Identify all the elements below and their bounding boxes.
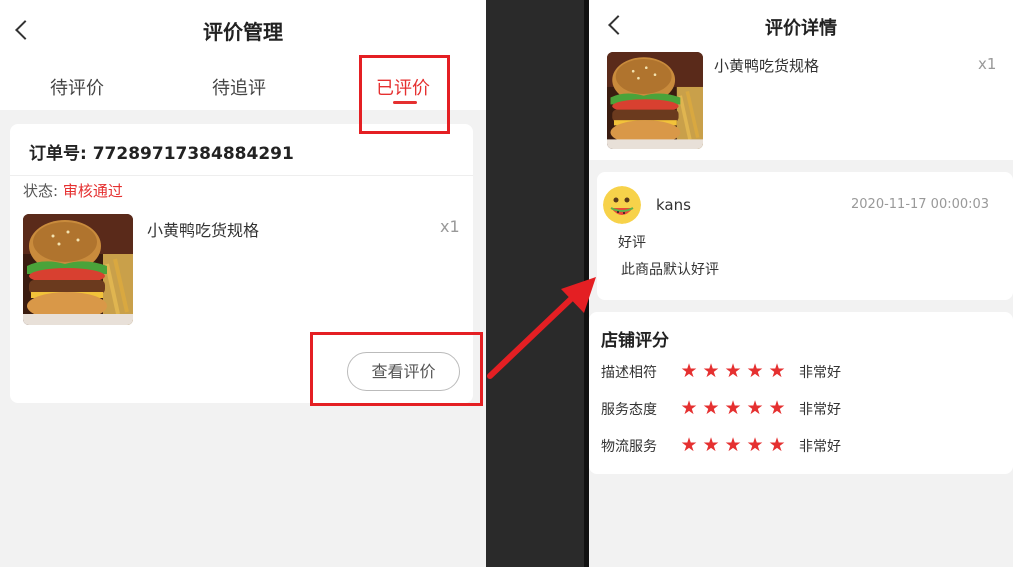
star-icon: ★ bbox=[702, 434, 720, 456]
star-rating: ★ ★ ★ ★ ★ bbox=[678, 398, 788, 418]
product-image[interactable] bbox=[23, 214, 133, 325]
rating-row-service: 服务态度 ★ ★ ★ ★ ★ 非常好 bbox=[601, 398, 1001, 419]
star-rating: ★ ★ ★ ★ ★ bbox=[678, 361, 788, 381]
page-title: 评价管理 bbox=[203, 20, 283, 44]
reviewer-name: kans bbox=[656, 196, 691, 214]
shop-rating-card: 店铺评分 描述相符 ★ ★ ★ ★ ★ 非常好 服务态度 ★ ★ ★ ★ ★ 非… bbox=[589, 312, 1013, 474]
highlight-box-tab bbox=[359, 55, 450, 134]
star-icon: ★ bbox=[702, 397, 720, 419]
star-icon: ★ bbox=[768, 360, 786, 382]
rating-text: 非常好 bbox=[799, 439, 841, 455]
product-image[interactable] bbox=[607, 52, 703, 149]
order-number: 订单号: 77289717384884291 bbox=[29, 144, 294, 164]
star-icon: ★ bbox=[702, 360, 720, 382]
star-icon: ★ bbox=[746, 360, 764, 382]
detail-header: 评价详情 小黄鸭吃货规格 x1 bbox=[589, 0, 1013, 160]
arrow-shaft bbox=[487, 295, 575, 379]
highlight-box-button bbox=[310, 332, 483, 406]
review-management-screen: 评价管理 待评价 待追评 已评价 订单号: 77289717384884291 … bbox=[0, 0, 486, 567]
star-icon: ★ bbox=[724, 360, 742, 382]
status-value: 审核通过 bbox=[62, 182, 123, 200]
star-icon: ★ bbox=[746, 397, 764, 419]
review-rating: 好评 bbox=[618, 235, 646, 251]
tab-pending-review[interactable]: 待评价 bbox=[50, 74, 104, 100]
tab-pending-followup[interactable]: 待追评 bbox=[212, 74, 266, 100]
rating-label: 物流服务 bbox=[601, 439, 657, 455]
star-icon: ★ bbox=[680, 434, 698, 456]
star-icon: ★ bbox=[768, 434, 786, 456]
product-name: 小黄鸭吃货规格 bbox=[147, 221, 260, 240]
star-rating: ★ ★ ★ ★ ★ bbox=[678, 435, 788, 455]
product-name: 小黄鸭吃货规格 bbox=[714, 57, 820, 75]
review-content: 此商品默认好评 bbox=[621, 262, 719, 278]
product-quantity: x1 bbox=[978, 55, 997, 73]
rating-row-logistics: 物流服务 ★ ★ ★ ★ ★ 非常好 bbox=[601, 435, 1001, 456]
avatar-icon bbox=[603, 186, 641, 224]
rating-row-description: 描述相符 ★ ★ ★ ★ ★ 非常好 bbox=[601, 361, 1001, 382]
star-icon: ★ bbox=[724, 434, 742, 456]
rating-label: 描述相符 bbox=[601, 365, 657, 381]
star-icon: ★ bbox=[680, 397, 698, 419]
star-icon: ★ bbox=[680, 360, 698, 382]
review-card: kans 2020-11-17 00:00:03 好评 此商品默认好评 bbox=[597, 172, 1013, 300]
rating-text: 非常好 bbox=[799, 402, 841, 418]
review-date: 2020-11-17 00:00:03 bbox=[851, 197, 990, 212]
product-quantity: x1 bbox=[440, 217, 460, 236]
card-divider bbox=[10, 175, 473, 176]
rating-label: 服务态度 bbox=[601, 402, 657, 418]
status-label: 状态: bbox=[23, 182, 59, 200]
shop-rating-title: 店铺评分 bbox=[601, 331, 669, 351]
star-icon: ★ bbox=[724, 397, 742, 419]
rating-text: 非常好 bbox=[799, 365, 841, 381]
star-icon: ★ bbox=[768, 397, 786, 419]
order-status: 状态: 审核通过 bbox=[23, 180, 123, 201]
star-icon: ★ bbox=[746, 434, 764, 456]
review-detail-screen: 评价详情 小黄鸭吃货规格 x1 kans 2020-11-17 00:00:03… bbox=[589, 0, 1013, 567]
page-title: 评价详情 bbox=[765, 18, 837, 39]
